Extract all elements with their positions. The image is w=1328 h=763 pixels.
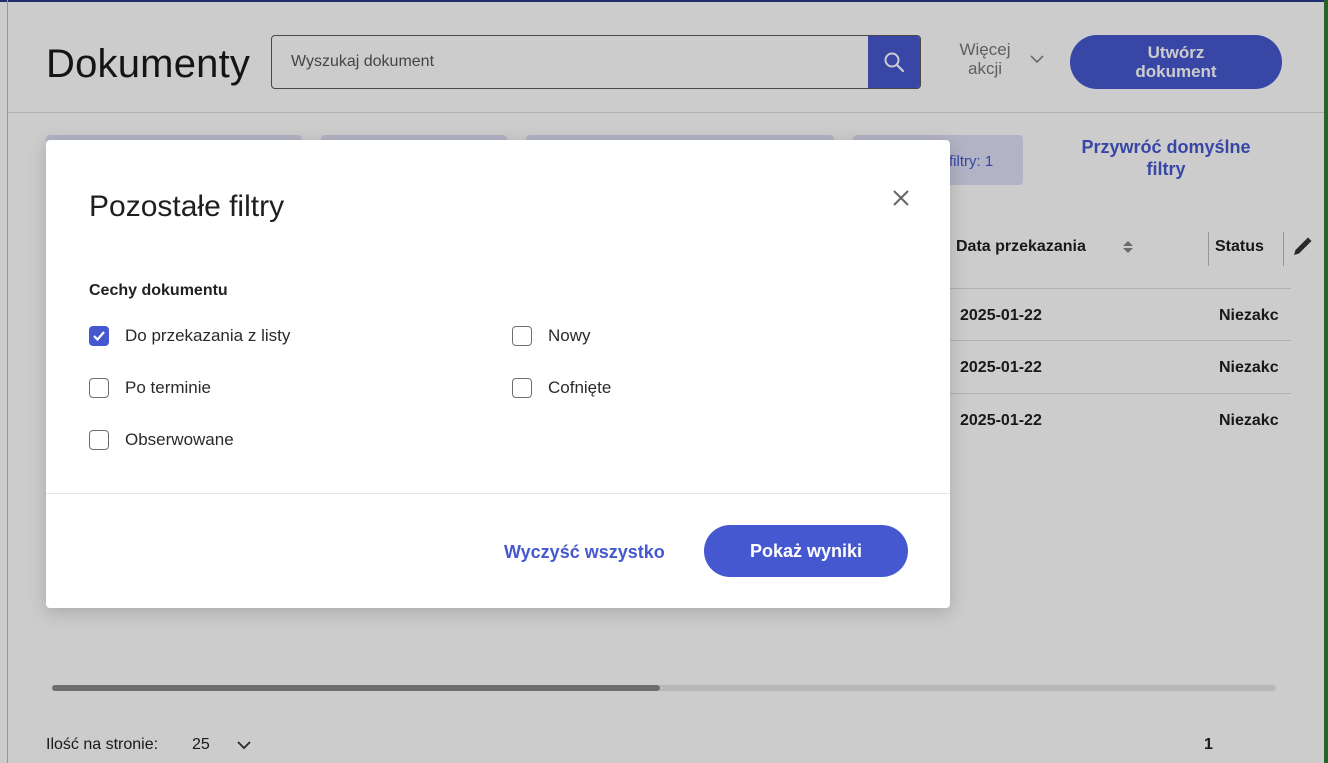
close-icon[interactable] — [889, 186, 913, 210]
dialog-divider — [46, 493, 950, 494]
dialog-title: Pozostałe filtry — [89, 190, 285, 223]
checkbox-label: Po terminie — [125, 378, 211, 397]
clear-all-button[interactable]: Wyczyść wszystko — [504, 542, 665, 563]
checkbox[interactable] — [89, 430, 109, 450]
checkbox[interactable] — [512, 326, 532, 346]
checkbox-option[interactable]: Obserwowane — [89, 428, 234, 452]
checkbox-label: Obserwowane — [125, 430, 234, 449]
section-label: Cechy dokumentu — [89, 282, 228, 299]
checkbox-label: Do przekazania z listy — [125, 326, 291, 345]
checkbox-option[interactable]: Nowy — [512, 324, 591, 348]
checkbox[interactable] — [512, 378, 532, 398]
checkbox-option[interactable]: Do przekazania z listy — [89, 324, 290, 348]
checkbox-label: Nowy — [548, 326, 591, 345]
checkmark-icon — [93, 331, 105, 342]
checkbox[interactable] — [89, 326, 109, 346]
show-results-button[interactable]: Pokaż wyniki — [704, 525, 908, 577]
checkbox-option[interactable]: Po terminie — [89, 376, 211, 400]
filters-dialog: Pozostałe filtry Cechy dokumentu Do prze… — [46, 140, 950, 608]
checkbox-label: Cofnięte — [548, 378, 612, 397]
checkbox-option[interactable]: Cofnięte — [512, 376, 611, 400]
checkbox[interactable] — [89, 378, 109, 398]
